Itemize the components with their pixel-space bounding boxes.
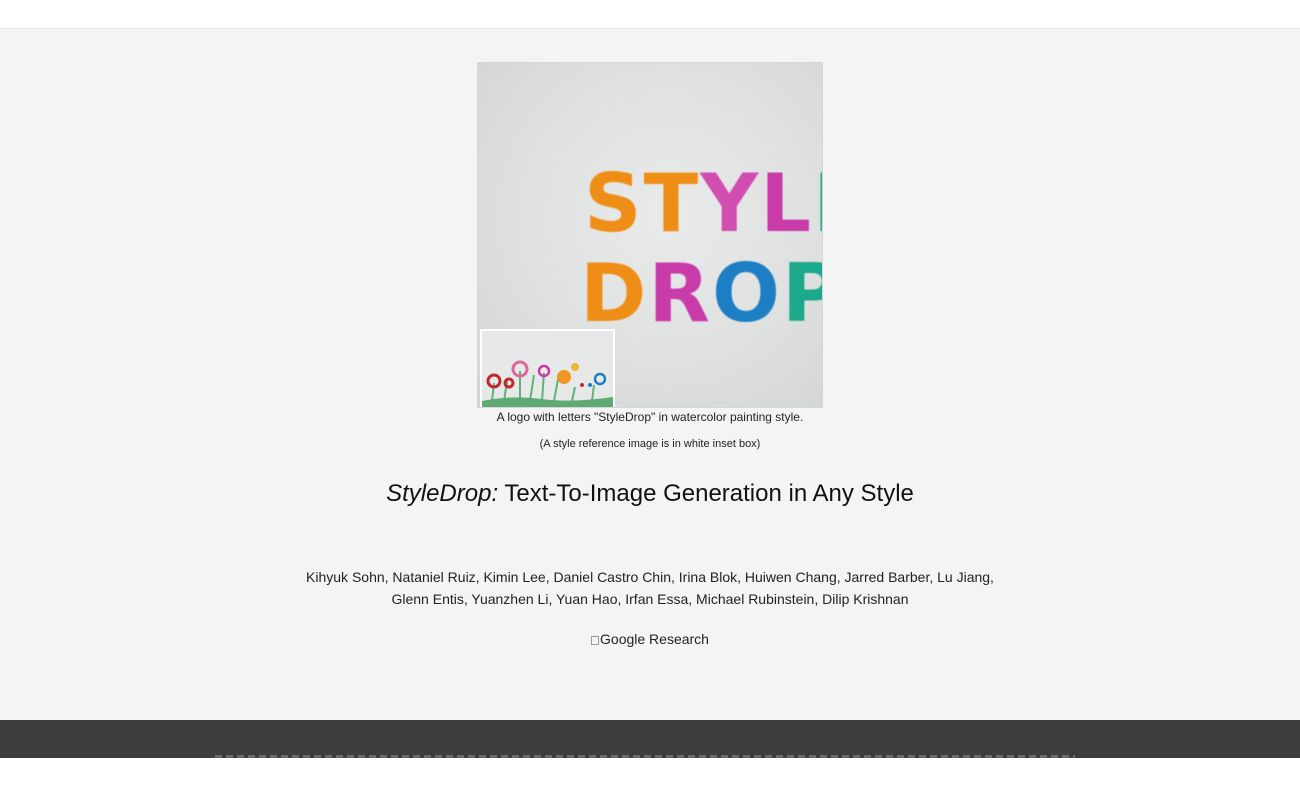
logo-letter-s: S bbox=[584, 157, 644, 250]
bottom-strip bbox=[0, 758, 1300, 788]
author-line-2: Glenn Entis, Yuanzhen Li, Yuan Hao, Irfa… bbox=[391, 591, 909, 607]
paper-title-emphasis: StyleDrop: bbox=[386, 480, 499, 507]
top-bar bbox=[0, 0, 1300, 29]
logo-letter-d: D bbox=[580, 247, 648, 340]
affiliation-alt-text: Google Research bbox=[600, 631, 709, 647]
teaser-caption: A logo with letters "StyleDrop" in water… bbox=[496, 410, 804, 424]
logo-letter-t: T bbox=[644, 157, 701, 250]
logo-letter-r: R bbox=[648, 247, 712, 340]
author-line-1: Kihyuk Sohn, Nataniel Ruiz, Kimin Lee, D… bbox=[306, 569, 994, 585]
svg-text:DROP: DROP bbox=[580, 247, 823, 340]
logo-letter-o: O bbox=[712, 247, 782, 340]
logo-letter-p: P bbox=[782, 247, 823, 340]
logo-letter-e: E bbox=[813, 157, 823, 250]
logo-letter-y: Y bbox=[699, 157, 760, 250]
affiliation-logo: Google Research bbox=[0, 631, 1300, 647]
broken-image-icon bbox=[591, 636, 600, 645]
paper-title-rest: Text-To-Image Generation in Any Style bbox=[498, 480, 914, 507]
logo-letter-l: L bbox=[760, 157, 813, 250]
paper-title: StyleDrop: Text-To-Image Generation in A… bbox=[0, 480, 1300, 508]
watercolor-flowers-image bbox=[482, 331, 613, 407]
abstract-section bbox=[0, 720, 1300, 758]
teaser-subcaption: (A style reference image is in white ins… bbox=[539, 438, 761, 450]
svg-text:STYLE: STYLE bbox=[584, 157, 823, 250]
author-list: Kihyuk Sohn, Nataniel Ruiz, Kimin Lee, D… bbox=[300, 566, 1000, 610]
teaser-image: STYLE DROP bbox=[477, 62, 823, 408]
style-reference-inset bbox=[480, 329, 615, 407]
